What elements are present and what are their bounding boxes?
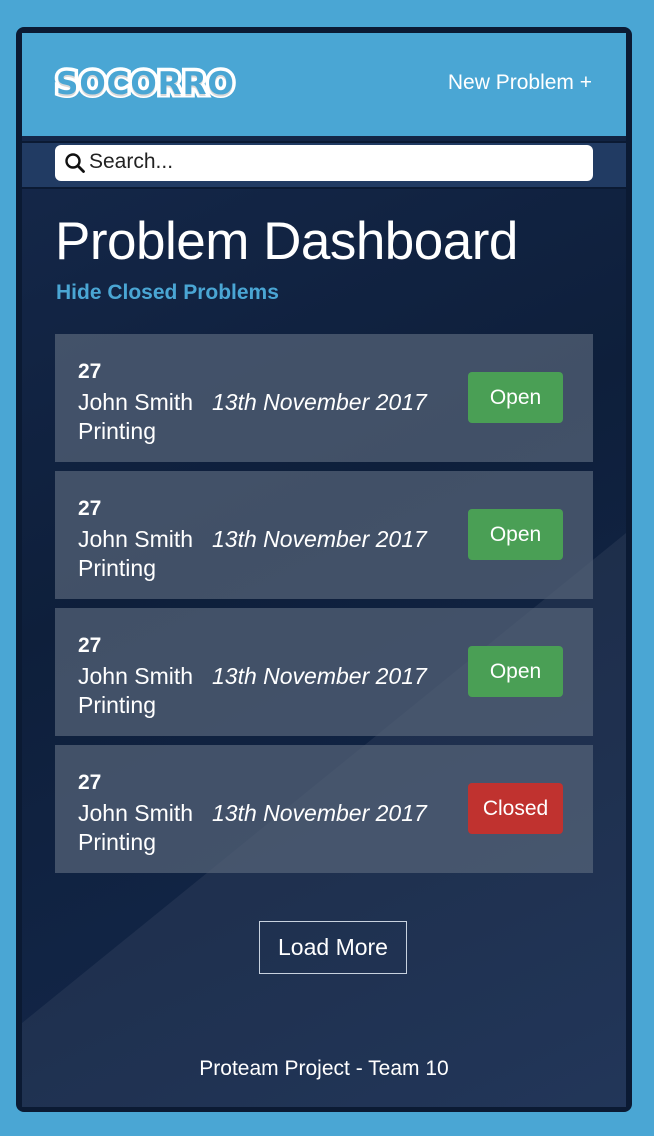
problem-reporter: John Smith (78, 663, 194, 689)
problem-card[interactable]: 27 John Smith 13th November 2017 Printin… (55, 471, 593, 599)
problem-reporter: John Smith (78, 389, 194, 415)
page-title: Problem Dashboard (55, 212, 518, 271)
status-badge-open[interactable]: Open (468, 646, 563, 697)
new-problem-button[interactable]: New Problem + (448, 71, 592, 95)
problem-category: Printing (78, 418, 156, 444)
app-header: SOCORRO New Problem + (22, 33, 626, 136)
problem-id: 27 (78, 360, 102, 383)
search-icon (65, 153, 85, 173)
problem-date: 13th November 2017 (212, 800, 427, 826)
problem-date: 13th November 2017 (212, 526, 427, 552)
problem-date: 13th November 2017 (212, 389, 427, 415)
search-input[interactable] (89, 147, 579, 177)
search-box[interactable] (55, 145, 593, 181)
problem-card[interactable]: 27 John Smith 13th November 2017 Printin… (55, 608, 593, 736)
problem-reporter: John Smith (78, 526, 194, 552)
problem-card[interactable]: 27 John Smith 13th November 2017 Printin… (55, 745, 593, 873)
socorro-logo[interactable]: SOCORRO (53, 63, 238, 106)
load-more-button[interactable]: Load More (259, 921, 407, 974)
problem-category: Printing (78, 829, 156, 855)
hide-closed-problems-link[interactable]: Hide Closed Problems (56, 281, 279, 305)
footer-text: Proteam Project - Team 10 (199, 1057, 449, 1080)
problem-id: 27 (78, 634, 102, 657)
status-badge-open[interactable]: Open (468, 372, 563, 423)
status-badge-closed[interactable]: Closed (468, 783, 563, 834)
problem-reporter: John Smith (78, 800, 194, 826)
problem-card[interactable]: 27 John Smith 13th November 2017 Printin… (55, 334, 593, 462)
problem-id: 27 (78, 771, 102, 794)
app-screen: SOCORRO New Problem + Problem Dashboard … (22, 33, 626, 1107)
problem-date: 13th November 2017 (212, 663, 427, 689)
problem-id: 27 (78, 497, 102, 520)
problem-category: Printing (78, 692, 156, 718)
status-badge-open[interactable]: Open (468, 509, 563, 560)
problem-category: Printing (78, 555, 156, 581)
